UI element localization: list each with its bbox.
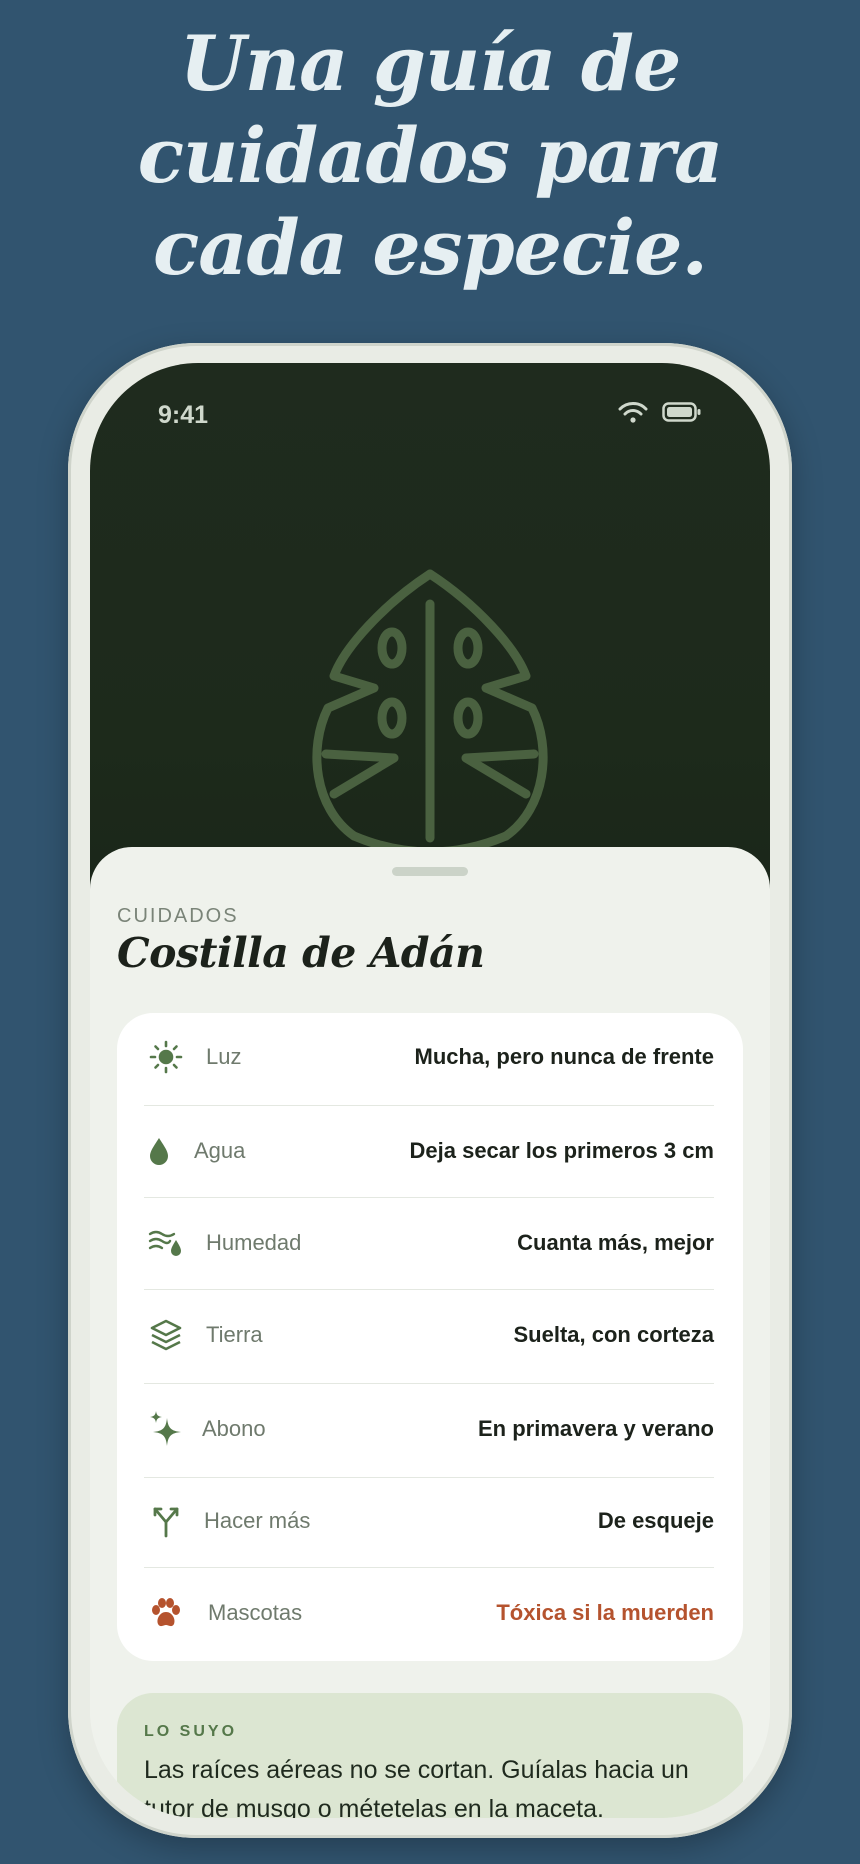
humidity-icon (144, 1221, 188, 1265)
care-value: Suelta, con corteza (513, 1322, 714, 1347)
care-value: Cuanta más, mejor (517, 1230, 714, 1255)
status-icons (618, 401, 702, 428)
phone-frame: 9:41 CUIDADOS Costilla de Adán Luz Mucha… (68, 343, 792, 1838)
sun-icon (144, 1035, 188, 1079)
sheet-drag-handle[interactable] (392, 867, 468, 876)
headline-line-1: Una guía de (179, 19, 682, 108)
care-label: Abono (202, 1416, 266, 1441)
care-row-humidity[interactable]: Humedad Cuanta más, mejor (144, 1197, 714, 1289)
branch-icon (144, 1499, 188, 1543)
care-label: Tierra (206, 1322, 263, 1347)
sparkle-icon (144, 1407, 188, 1451)
care-label: Hacer más (204, 1508, 311, 1533)
phone-screen: 9:41 CUIDADOS Costilla de Adán Luz Mucha… (90, 363, 770, 1818)
care-label: Agua (194, 1138, 246, 1163)
care-value: Deja secar los primeros 3 cm (409, 1138, 715, 1163)
care-row-propagation[interactable]: Hacer más De esqueje (144, 1475, 714, 1567)
care-row-fertilizer[interactable]: Abono En primavera y verano (144, 1383, 714, 1475)
paw-icon (144, 1591, 188, 1635)
hero-image: 9:41 (90, 363, 770, 903)
water-drop-icon (144, 1129, 174, 1173)
tip-card: LO SUYO Las raíces aéreas no se cortan. … (117, 1693, 743, 1818)
care-row-water[interactable]: Agua Deja secar los primeros 3 cm (144, 1105, 714, 1197)
care-label: Humedad (206, 1230, 302, 1255)
care-value: De esqueje (597, 1508, 714, 1533)
care-value: Mucha, pero nunca de frente (414, 1044, 715, 1069)
care-sheet: CUIDADOS Costilla de Adán Luz Mucha, per… (90, 847, 770, 1818)
care-row-soil[interactable]: Tierra Suelta, con corteza (144, 1289, 714, 1381)
care-label: Mascotas (208, 1600, 303, 1625)
battery-icon (662, 401, 702, 428)
care-value-warning: Tóxica si la muerden (496, 1600, 714, 1625)
care-label: Luz (206, 1044, 242, 1069)
status-time: 9:41 (158, 401, 209, 429)
tip-heading: LO SUYO (144, 1723, 238, 1740)
layers-icon (144, 1313, 188, 1357)
tip-text: Las raíces aéreas no se cortan. Guíalas … (144, 1756, 689, 1818)
headline-line-2: cuidados para (137, 111, 724, 200)
care-row-pets[interactable]: Mascotas Tóxica si la muerden (144, 1567, 714, 1659)
headline: Una guía de cuidados para cada especie. (0, 18, 860, 294)
monstera-leaf-icon (304, 568, 556, 857)
wifi-icon (618, 401, 648, 428)
care-card: Luz Mucha, pero nunca de frente Agua Dej… (117, 1013, 743, 1661)
care-value: En primavera y verano (477, 1416, 714, 1441)
plant-title: Costilla de Adán (117, 929, 485, 977)
section-eyebrow: CUIDADOS (117, 905, 239, 927)
care-row-light[interactable]: Luz Mucha, pero nunca de frente (144, 1011, 714, 1103)
headline-line-3: cada especie. (153, 203, 708, 292)
